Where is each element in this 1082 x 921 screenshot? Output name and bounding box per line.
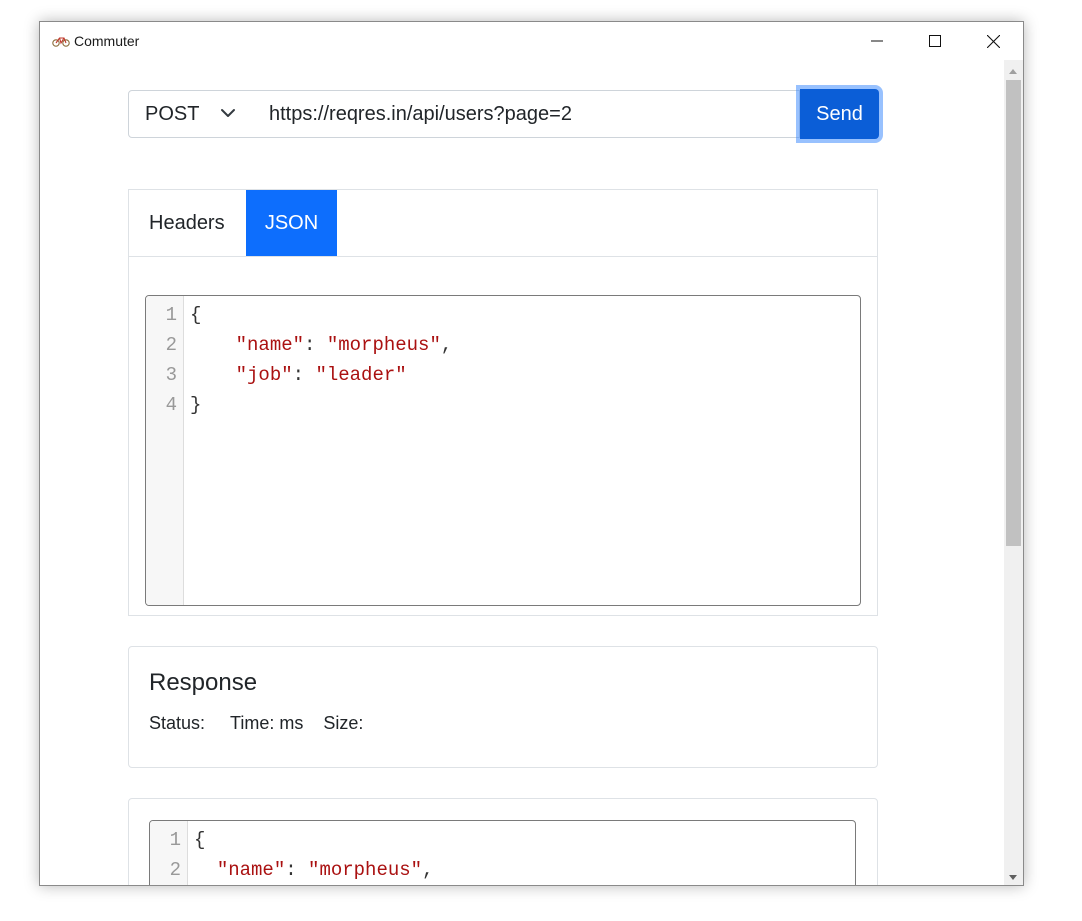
code-text: { [194,829,206,851]
code-line: 2 "name": "morpheus", [150,859,855,885]
line-number: 4 [165,394,177,416]
line-number: 1 [169,829,181,851]
size-stat: Size: [323,713,368,734]
scrollbar-thumb[interactable] [1006,80,1021,546]
method-value: POST [145,102,200,125]
maximize-button[interactable] [906,22,964,60]
response-json-viewer[interactable]: 1{2 "name": "morpheus",3 "job": "leader"… [149,820,856,885]
time-label: Time: [230,713,275,733]
code-text: { [190,304,202,326]
time-stat: Time: ms [230,713,303,734]
close-icon [986,34,1000,48]
app-window: Commuter POST Send Headers JSON [39,21,1024,886]
response-summary-card: Response Status: Time: ms Size: [128,646,878,768]
vertical-scrollbar[interactable] [1004,60,1023,885]
tab-headers[interactable]: Headers [129,190,245,256]
bicycle-icon [52,37,70,47]
line-number: 2 [169,859,181,881]
response-stats: Status: Time: ms Size: [149,713,388,734]
status-label: Status: [149,713,206,733]
code-line: 1{ [150,829,855,859]
size-label: Size: [323,713,364,733]
tab-json[interactable]: JSON [246,190,337,256]
scroll-down-arrow-icon[interactable] [1009,875,1017,880]
window-title: Commuter [74,33,140,49]
maximize-icon [929,35,941,47]
title-bar[interactable]: Commuter [40,22,1023,60]
code-text: } [190,394,202,416]
close-button[interactable] [964,22,1022,60]
scroll-up-arrow-icon[interactable] [1009,69,1017,74]
line-number: 2 [165,334,177,356]
code-line: 3 "job": "leader" [146,364,860,394]
line-number: 3 [165,364,177,386]
url-input[interactable] [254,90,800,138]
request-body-card: Headers JSON 1{2 "name": "morpheus", 3 "j… [128,189,878,616]
tab-bar: Headers JSON [129,190,877,257]
code-text: "name": "morpheus", [235,334,453,356]
code-line: 1{ [146,304,860,334]
minimize-icon [871,40,883,42]
response-title: Response [149,669,258,696]
code-line: 2 "name": "morpheus", [146,334,860,364]
status-stat: Status: [149,713,210,734]
minimize-button[interactable] [848,22,906,60]
response-body-card: 1{2 "name": "morpheus",3 "job": "leader"… [128,798,878,885]
main-content: POST Send Headers JSON 1{2 "name": "morp… [40,60,1004,885]
chevron-down-icon [221,109,235,117]
code-line: 4} [146,394,860,424]
method-select[interactable]: POST [128,90,255,138]
request-json-editor[interactable]: 1{2 "name": "morpheus", 3 "job": "leader"… [145,295,861,606]
send-button[interactable]: Send [800,89,879,139]
time-unit: ms [279,713,304,733]
code-text: "name": "morpheus", [216,859,434,881]
line-number: 1 [165,304,177,326]
code-text: "job": "leader" [235,364,407,386]
